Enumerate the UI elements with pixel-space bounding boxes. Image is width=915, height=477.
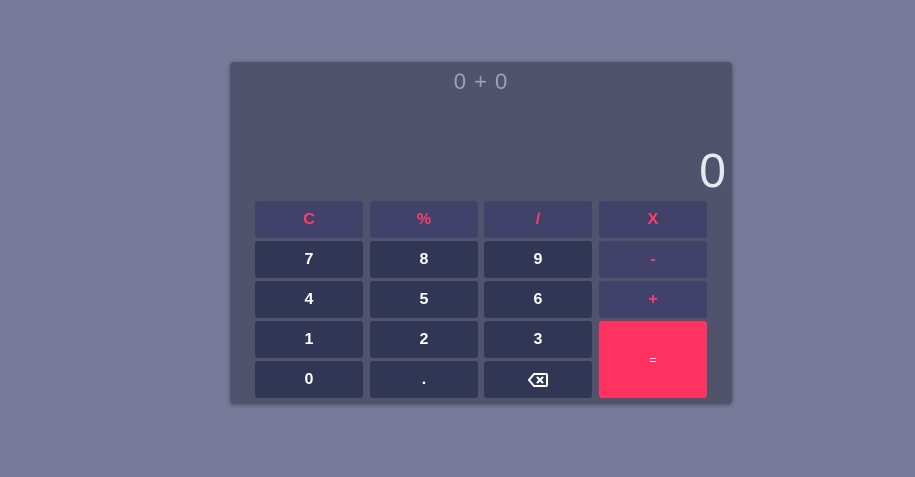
clear-button[interactable]: C (255, 201, 363, 238)
multiply-button[interactable]: X (599, 201, 707, 238)
minus-button[interactable]: - (599, 241, 707, 278)
digit-3-button[interactable]: 3 (484, 321, 592, 358)
keypad: C % / X 7 8 9 - 4 5 6 + 1 2 3 = 0 . (255, 201, 708, 399)
digit-1-button[interactable]: 1 (255, 321, 363, 358)
percent-button[interactable]: % (370, 201, 478, 238)
plus-button[interactable]: + (599, 281, 707, 318)
digit-2-button[interactable]: 2 (370, 321, 478, 358)
decimal-button[interactable]: . (370, 361, 478, 398)
backspace-button[interactable] (484, 361, 592, 398)
result-display: 0 (699, 145, 726, 198)
backspace-icon (528, 372, 548, 387)
digit-9-button[interactable]: 9 (484, 241, 592, 278)
digit-6-button[interactable]: 6 (484, 281, 592, 318)
calculator: 0 + 0 0 C % / X 7 8 9 - 4 5 6 + 1 2 3 = … (230, 62, 732, 404)
equals-button[interactable]: = (599, 321, 707, 398)
divide-button[interactable]: / (484, 201, 592, 238)
expression-display: 0 + 0 (453, 69, 509, 94)
digit-0-button[interactable]: 0 (255, 361, 363, 398)
digit-7-button[interactable]: 7 (255, 241, 363, 278)
digit-8-button[interactable]: 8 (370, 241, 478, 278)
digit-4-button[interactable]: 4 (255, 281, 363, 318)
digit-5-button[interactable]: 5 (370, 281, 478, 318)
